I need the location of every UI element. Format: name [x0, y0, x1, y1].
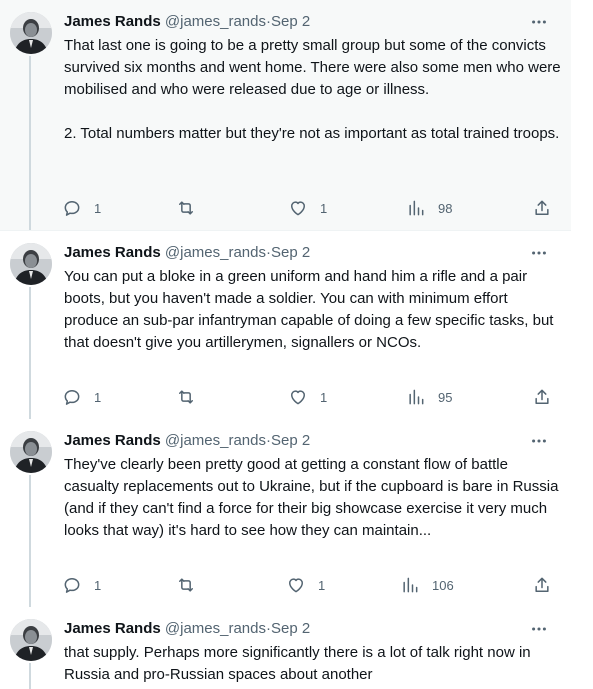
tweet-date[interactable]: Sep 2: [271, 244, 310, 261]
views-button[interactable]: 106: [400, 574, 454, 596]
views-icon: [409, 389, 424, 405]
avatar[interactable]: [10, 12, 52, 54]
reply-icon: [64, 578, 80, 593]
author-handle[interactable]: @james_rands: [165, 244, 266, 261]
author-name[interactable]: James Rands: [64, 244, 161, 261]
reply-button[interactable]: 1: [62, 574, 101, 596]
view-count: 95: [438, 389, 453, 405]
share-button[interactable]: [532, 574, 552, 596]
reply-button[interactable]: 1: [62, 197, 101, 219]
views-icon: [403, 577, 418, 593]
views-icon: [409, 200, 424, 216]
tweet-actions: 1 1 98: [62, 197, 558, 219]
author-handle[interactable]: @james_rands: [165, 432, 266, 449]
like-count: 1: [320, 200, 328, 216]
share-button[interactable]: [532, 386, 552, 408]
more-options-button[interactable]: [529, 619, 549, 639]
tweet[interactable]: James Rands @james_rands·Sep 2 You can p…: [0, 231, 571, 419]
reply-icon: [64, 390, 80, 405]
reply-icon: [64, 201, 80, 216]
retweet-button[interactable]: [176, 386, 208, 408]
tweet[interactable]: James Rands @james_rands·Sep 2 That last…: [0, 0, 571, 230]
share-icon: [535, 389, 549, 404]
like-count: 1: [320, 389, 328, 405]
view-count: 106: [432, 577, 454, 593]
like-button[interactable]: 1: [288, 197, 327, 219]
author-handle[interactable]: @james_rands: [165, 13, 266, 30]
avatar-photo-icon: [10, 12, 52, 54]
more-horizontal-icon: [532, 439, 546, 443]
heart-icon: [289, 578, 303, 593]
more-horizontal-icon: [532, 20, 546, 24]
reply-count: 1: [94, 200, 102, 216]
author-name[interactable]: James Rands: [64, 620, 161, 637]
reply-count: 1: [94, 577, 102, 593]
thread-connector: [29, 56, 31, 230]
like-button[interactable]: 1: [286, 574, 325, 596]
tweet-date[interactable]: Sep 2: [271, 13, 310, 30]
avatar[interactable]: [10, 619, 52, 661]
avatar[interactable]: [10, 431, 52, 473]
author-name[interactable]: James Rands: [64, 13, 161, 30]
tweet-date[interactable]: Sep 2: [271, 432, 310, 449]
tweet-text: They've clearly been pretty good at gett…: [64, 456, 559, 539]
more-options-button[interactable]: [529, 243, 549, 263]
share-icon: [535, 577, 549, 592]
heart-icon: [291, 201, 305, 216]
retweet-button[interactable]: [176, 574, 208, 596]
like-button[interactable]: 1: [288, 386, 327, 408]
tweet[interactable]: James Rands @james_rands·Sep 2 They've c…: [0, 419, 571, 607]
heart-icon: [291, 390, 305, 405]
views-button[interactable]: 98: [406, 197, 452, 219]
retweet-icon: [179, 201, 193, 215]
tweet-text: that supply. Perhaps more significantly …: [64, 644, 531, 683]
more-options-button[interactable]: [529, 431, 549, 451]
reply-button[interactable]: 1: [62, 386, 101, 408]
avatar-photo-icon: [10, 619, 52, 661]
tweet-text: That last one is going to be a pretty sm…: [64, 37, 561, 142]
more-options-button[interactable]: [529, 12, 549, 32]
retweet-icon: [179, 578, 193, 592]
share-icon: [535, 200, 549, 215]
retweet-icon: [179, 390, 193, 404]
tweet-text: You can put a bloke in a green uniform a…: [64, 268, 554, 351]
share-button[interactable]: [532, 197, 552, 219]
author-name[interactable]: James Rands: [64, 432, 161, 449]
tweet-date[interactable]: Sep 2: [271, 620, 310, 637]
reply-count: 1: [94, 389, 102, 405]
more-horizontal-icon: [532, 251, 546, 255]
tweet[interactable]: James Rands @james_rands·Sep 2 that supp…: [0, 607, 571, 689]
avatar[interactable]: [10, 243, 52, 285]
views-button[interactable]: 95: [406, 386, 452, 408]
retweet-button[interactable]: [176, 197, 208, 219]
view-count: 98: [438, 200, 453, 216]
thread-connector: [29, 287, 31, 419]
thread-connector: [29, 663, 31, 689]
like-count: 1: [318, 577, 326, 593]
thread-feed: James Rands @james_rands·Sep 2 That last…: [0, 0, 571, 689]
more-horizontal-icon: [532, 627, 546, 631]
avatar-photo-icon: [10, 243, 52, 285]
author-handle[interactable]: @james_rands: [165, 620, 266, 637]
tweet-actions: 1 1 95: [62, 386, 558, 408]
tweet-actions: 1 1 106: [62, 574, 558, 596]
thread-connector: [29, 475, 31, 607]
avatar-photo-icon: [10, 431, 52, 473]
